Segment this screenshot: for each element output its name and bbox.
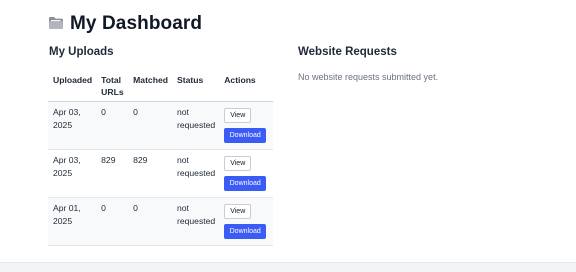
cell-matched: 0 — [128, 101, 172, 150]
column-header-total-urls: Total URLs — [96, 71, 129, 102]
view-button[interactable]: View — [224, 204, 252, 219]
folder-icon — [49, 17, 63, 29]
table-row: Apr 03, 2025 829 829 not requested View … — [48, 149, 273, 198]
uploads-table: Uploaded Total URLs Matched Status Actio… — [48, 71, 273, 246]
download-button[interactable]: Download — [224, 176, 267, 191]
cell-total-urls: 0 — [96, 197, 129, 246]
download-button[interactable]: Download — [224, 224, 267, 239]
table-header-row: Uploaded Total URLs Matched Status Actio… — [48, 71, 273, 102]
cell-matched: 0 — [128, 197, 172, 246]
table-row: Apr 03, 2025 0 0 not requested View Down… — [48, 101, 273, 150]
requests-empty-message: No website requests submitted yet. — [298, 72, 439, 82]
cell-matched: 829 — [128, 149, 172, 198]
table-row: Apr 01, 2025 0 0 not requested View Down… — [48, 197, 273, 246]
view-button[interactable]: View — [224, 156, 252, 171]
column-header-uploaded: Uploaded — [48, 71, 97, 102]
view-button[interactable]: View — [224, 108, 252, 123]
column-header-status: Status — [171, 71, 220, 102]
cell-total-urls: 0 — [96, 101, 129, 150]
cell-total-urls: 829 — [96, 149, 129, 198]
cell-status: not requested — [171, 197, 220, 246]
cell-actions: View Download — [219, 197, 273, 246]
cell-actions: View Download — [219, 149, 273, 198]
cell-actions: View Download — [219, 101, 273, 150]
cell-status: not requested — [171, 101, 220, 150]
uploads-section-title: My Uploads — [49, 46, 114, 58]
download-button[interactable]: Download — [224, 128, 267, 143]
cell-status: not requested — [171, 149, 220, 198]
cell-uploaded: Apr 01, 2025 — [48, 197, 97, 246]
column-header-matched: Matched — [128, 71, 172, 102]
requests-section-title: Website Requests — [298, 46, 397, 58]
cell-uploaded: Apr 03, 2025 — [48, 101, 97, 150]
dashboard-page: My Dashboard My Uploads Uploaded Total U… — [0, 0, 576, 262]
page-title: My Dashboard — [70, 13, 203, 34]
column-header-actions: Actions — [219, 71, 273, 102]
cell-uploaded: Apr 03, 2025 — [48, 149, 97, 198]
page-header: My Dashboard — [48, 13, 202, 35]
